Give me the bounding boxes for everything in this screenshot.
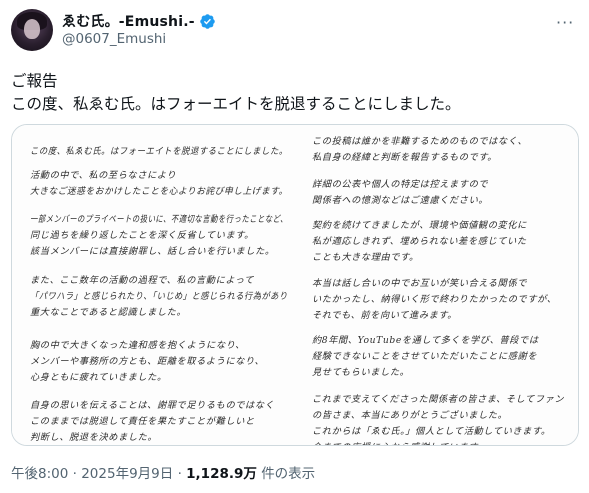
letter-line: 約8年間、YouTubeを通して多くを学び、普段では xyxy=(312,335,539,346)
letter-left-column: この度、私ゑむ氏。はフォーエイトを脱退することにしました。 活動の中で、私の至らな… xyxy=(30,125,288,445)
handwritten-letter-image: この度、私ゑむ氏。はフォーエイトを脱退することにしました。 活動の中で、私の至らな… xyxy=(12,125,578,445)
letter-line: 本当は話し合いの中でお互いが笑い合える関係で xyxy=(312,278,528,289)
letter-line: 判断し、脱退を決めました。 xyxy=(30,432,158,443)
letter-line: 活動の中で、私の至らなさにより xyxy=(30,170,177,181)
letter-line: 詳細の公表や個人の特定は控えますので xyxy=(312,179,489,190)
letter-line: 該当メンバーには直接謝罪し、話し合いを行いました。 xyxy=(30,246,275,257)
letter-line: 心身ともに疲れていきました。 xyxy=(30,372,167,383)
letter-line: 私自身の経緯と判断を報告するものです。 xyxy=(312,152,498,163)
display-name-text: ゑむ氏。-Emushi.- xyxy=(62,14,195,30)
letter-line: 胸の中で大きくなった違和感を抱くようになり、 xyxy=(30,340,245,351)
letter-line: 関係者への憶測などはご遠慮ください。 xyxy=(312,195,489,206)
view-count: 1,128.9万 xyxy=(186,466,257,482)
letter-right-column: この投稿は誰かを非難するためのものではなく、 私自身の経緯と判断を報告するものです… xyxy=(312,125,564,445)
letter-line: 「パワハラ」と感じられたり、「いじめ」と感じられる行為があり xyxy=(30,291,288,302)
letter-line: 重大なことであると認識しました。 xyxy=(30,307,187,318)
letter-line: 経験できないことをさせていただいたことに感謝を xyxy=(312,351,538,362)
display-name[interactable]: ゑむ氏。-Emushi.- xyxy=(62,11,216,31)
tweet-meta: 午後8:00 · 2025年9月9日 · 1,128.9万 件の表示 xyxy=(11,462,315,482)
letter-line: 今までの応援に心から感謝しています。 xyxy=(312,439,487,445)
letter-line: メンバーや事務所の方とも、距離を取るようになり、 xyxy=(30,356,265,367)
letter-line: この度、私ゑむ氏。はフォーエイトを脱退することにしました。 xyxy=(30,146,288,157)
tweet-date[interactable]: 2025年9月9日 xyxy=(81,466,173,482)
letter-line: また、ここ数年の活動の過程で、私の言動によって xyxy=(30,275,255,286)
letter-line: 大きなご迷惑をおかけしたことを心よりお詫び申し上げます。 xyxy=(30,186,288,197)
letter-line: いたかったし、納得いく形で終わりたかったのですが、 xyxy=(312,294,557,305)
tweet-text-line-2: この度、私ゑむ氏。はフォーエイトを脱退することにしました。 xyxy=(11,95,461,113)
letter-line: 同じ過ちを繰り返したことを深く反省しています。 xyxy=(30,230,254,241)
meta-separator: · xyxy=(72,466,82,482)
tweet-time[interactable]: 午後8:00 xyxy=(11,466,68,482)
avatar[interactable] xyxy=(11,9,53,51)
letter-line: それでも、前を向いて進みます。 xyxy=(312,310,458,321)
letter-line: これからは「ゑむ氏。」個人として活動していきます。 xyxy=(312,426,551,437)
handle[interactable]: @0607_Emushi xyxy=(62,31,166,47)
letter-line: 見せてもらいました。 xyxy=(312,367,410,378)
meta-separator: · xyxy=(177,466,187,482)
tweet-text-line-1: ご報告 xyxy=(11,72,58,90)
verified-badge-icon xyxy=(200,13,215,29)
letter-line: 一部メンバーのプライベートの扱いに、不適切な言動を行ったことなど、 xyxy=(30,214,288,225)
letter-line: これまで支えてくださった関係者の皆さま、そしてファン xyxy=(312,394,565,405)
letter-line: の皆さま、本当にありがとうございました。 xyxy=(312,410,508,421)
letter-line: 契約を続けてきましたが、環境や価値観の変化に xyxy=(312,220,527,231)
avatar-face xyxy=(24,19,40,39)
view-count-label: 件の表示 xyxy=(261,466,316,482)
attached-image-card[interactable]: この度、私ゑむ氏。はフォーエイトを脱退することにしました。 活動の中で、私の至らな… xyxy=(11,124,579,446)
letter-line: 私が適応しきれず、埋められない差を感じていた xyxy=(312,236,527,247)
more-options-icon[interactable]: ··· xyxy=(556,13,574,32)
letter-line: この投稿は誰かを非難するためのものではなく、 xyxy=(312,136,528,147)
letter-line: ことも大きな理由です。 xyxy=(312,252,419,263)
letter-line: このままでは脱退して責任を果たすことが難しいと xyxy=(30,416,255,427)
letter-line: 自身の思いを伝えることは、謝罪で足りるものではなく xyxy=(30,400,275,411)
